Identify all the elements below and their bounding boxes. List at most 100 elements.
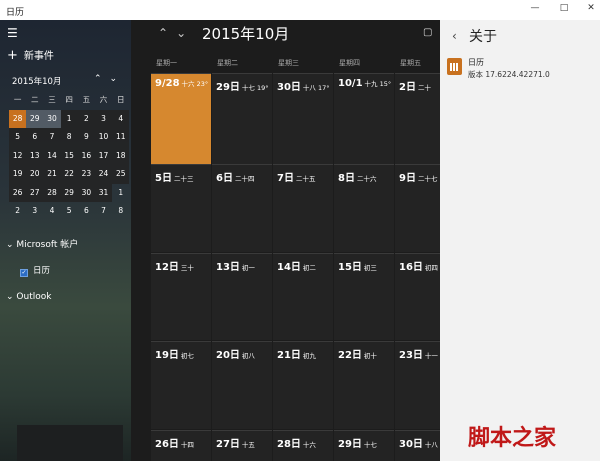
day-cell[interactable]: 20日 初八 [212,341,272,429]
mini-calendar-day[interactable]: 13 [26,146,44,165]
day-cell[interactable]: 13日 初一 [212,253,272,340]
microsoft-account-toggle[interactable]: ⌄ Microsoft 帐户 [6,237,78,250]
maximize-button[interactable]: □ [555,3,573,13]
mini-calendar-day[interactable]: 28 [9,109,27,128]
mini-calendar-day[interactable]: 6 [26,128,44,147]
mini-calendar-day[interactable]: 24 [94,165,113,184]
day-cell[interactable]: 26日 十四 [151,430,211,461]
mini-calendar-day[interactable]: 16 [77,146,95,165]
mini-calendar-day[interactable]: 25 [112,165,130,184]
weekday-label: 日 [116,95,125,104]
mini-calendar-day[interactable]: 18 [112,146,130,165]
day-cell-date: 21日 初九 [277,346,316,361]
day-cell[interactable]: 8日 二十六 [334,164,394,252]
mini-calendar-day[interactable]: 12 [9,146,27,165]
back-arrow-icon[interactable]: ‹ [452,29,457,43]
mini-calendar-day[interactable]: 8 [60,128,78,147]
mini-calendar-day[interactable]: 31 [94,183,113,202]
day-cell[interactable]: 28日 十六 [273,430,333,461]
new-event-label: 新事件 [23,51,54,62]
chevron-down-icon[interactable]: ⌄ [176,26,186,40]
app-version: 版本 17.6224.42271.0 [468,70,550,79]
day-cell[interactable]: 6日 二十四 [212,164,272,252]
mini-calendar-day[interactable]: 4 [112,109,130,128]
mini-calendar-day[interactable]: 6 [78,202,95,221]
chevron-down-icon: ⌄ [6,240,14,250]
mini-calendar-day[interactable]: 22 [60,165,78,184]
mini-calendar-week: 19 20 21 22 23 24 25 [9,165,130,184]
day-cell[interactable]: 10/1 十九 15° [334,73,394,165]
mini-calendar-day[interactable]: 4 [43,202,60,221]
mini-calendar-day[interactable]: 7 [95,202,112,221]
calendar-app-icon [447,58,462,75]
lunar-date: 十五 [241,441,255,449]
day-cell[interactable]: 27日 十五 [212,430,272,461]
day-cell[interactable]: 12日 三十 [151,253,211,340]
day-cell-date: 16日 初四 [399,258,438,273]
app-name: 日历 [468,58,484,67]
day-cell[interactable]: 5日 二十三 [151,164,211,252]
mini-calendar-day[interactable]: 3 [94,109,113,128]
mini-calendar-day[interactable]: 29 [26,109,44,128]
calendar-view-icon[interactable]: ▢ [423,27,432,38]
mini-calendar-day[interactable]: 2 [77,109,95,128]
minimize-button[interactable]: — [526,3,544,13]
mini-calendar-week: 5 6 7 8 9 10 11 [9,128,130,147]
mini-calendar-day[interactable]: 30 [43,109,61,128]
mini-calendar-day[interactable]: 5 [9,128,27,147]
mini-calendar-day[interactable]: 9 [77,128,95,147]
day-number: 19日 [155,350,179,361]
mini-calendar-day[interactable]: 3 [26,202,43,221]
mini-calendar-day[interactable]: 20 [26,165,44,184]
chevron-up-icon[interactable]: ⌃ [94,74,102,84]
day-cell[interactable]: 21日 初九 [273,341,333,429]
checkbox-checked-icon[interactable]: ✓ [20,269,28,277]
day-cell[interactable]: 14日 初二 [273,253,333,340]
mini-calendar-day[interactable]: 26 [9,183,27,202]
lunar-date: 十六 23° [181,80,209,88]
outlook-account-toggle[interactable]: ⌄ Outlook [6,292,51,302]
day-cell-date: 13日 初一 [216,258,255,273]
hamburger-menu-icon[interactable]: ☰ [7,26,18,40]
day-cell[interactable]: 7日 二十五 [273,164,333,252]
mini-calendar-week: 2 3 4 5 6 7 8 [9,202,129,221]
day-cell[interactable]: 15日 初三 [334,253,394,340]
day-number: 14日 [277,262,301,273]
mini-calendar-day[interactable]: 15 [60,146,78,165]
day-cell[interactable]: 29日 十七 19° [212,73,272,165]
mini-calendar-day[interactable]: 29 [60,183,78,202]
mini-calendar-day[interactable]: 2 [9,202,26,221]
day-number: 12日 [155,262,179,273]
month-view: ⌃ ⌄ 2015年10月 ▢ 星期一 星期二 星期三 星期四 星期五 9/28 十六… [131,20,455,461]
mini-calendar-day[interactable]: 28 [43,183,61,202]
lunar-date: 十四 [180,441,194,449]
calendar-checkbox-item[interactable]: ✓ 日历 [20,264,50,277]
day-cell[interactable]: 29日 十七 [334,430,394,461]
day-cell-date: 30日 十八 17° [277,78,330,93]
mini-calendar-day[interactable]: 1 [112,184,129,203]
mini-calendar-day[interactable]: 14 [43,146,61,165]
mini-calendar-day[interactable]: 21 [43,165,61,184]
new-event-button[interactable]: + 新事件 [7,47,54,63]
calendar-item-label: 日历 [33,266,51,276]
day-number: 27日 [216,439,240,450]
mini-calendar-day[interactable]: 1 [60,109,78,128]
day-cell[interactable]: 19日 初七 [151,341,211,429]
mini-calendar-day[interactable]: 7 [43,128,61,147]
mini-calendar-day[interactable]: 8 [112,202,129,221]
day-cell[interactable]: 9/28 十六 23° [151,73,211,165]
mini-calendar-day[interactable]: 19 [9,165,27,184]
close-button[interactable]: ✕ [582,3,600,13]
chevron-up-icon[interactable]: ⌃ [158,26,168,40]
lunar-date: 初三 [363,264,377,272]
mini-calendar-day[interactable]: 10 [94,128,113,147]
day-cell[interactable]: 30日 十八 17° [273,73,333,165]
mini-calendar-day[interactable]: 11 [112,128,130,147]
mini-calendar-day[interactable]: 30 [77,183,95,202]
chevron-down-icon[interactable]: ⌄ [110,74,118,84]
mini-calendar-day[interactable]: 5 [61,202,78,221]
mini-calendar-day[interactable]: 27 [26,183,44,202]
mini-calendar-day[interactable]: 17 [94,146,113,165]
day-cell[interactable]: 22日 初十 [334,341,394,429]
mini-calendar-day[interactable]: 23 [77,165,95,184]
